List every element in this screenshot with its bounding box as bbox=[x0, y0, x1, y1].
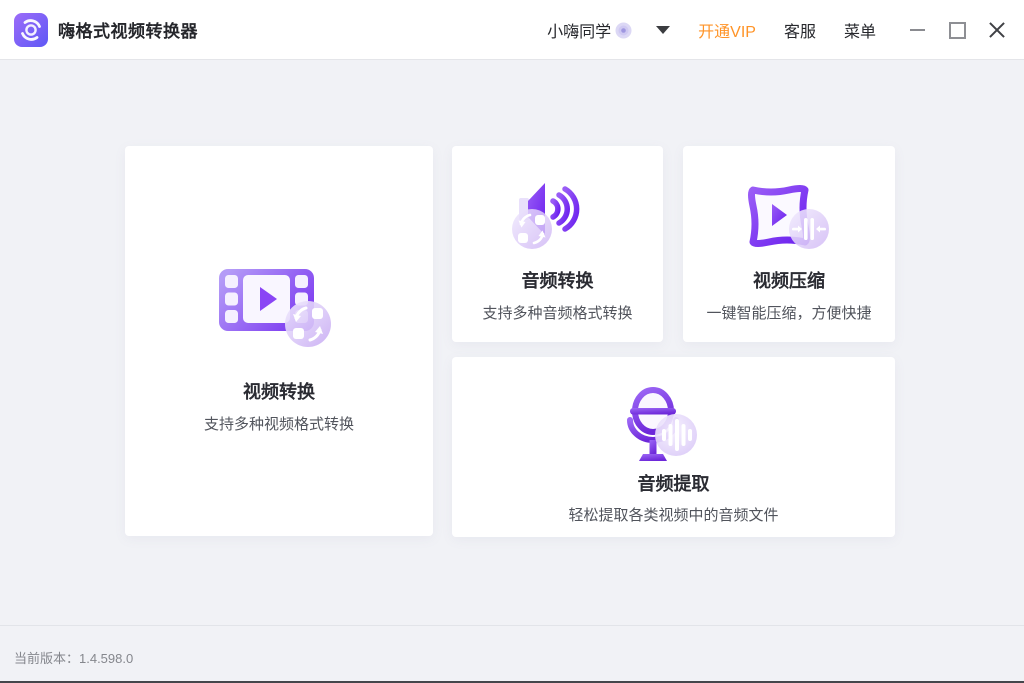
microphone-extract-icon bbox=[619, 382, 729, 468]
user-name[interactable]: 小嗨同学 bbox=[547, 18, 611, 42]
close-button[interactable] bbox=[986, 17, 1008, 43]
customer-service-button[interactable]: 客服 bbox=[784, 18, 816, 42]
card-audio-convert[interactable]: 音频转换 支持多种音频格式转换 bbox=[452, 146, 663, 342]
card-subtitle: 支持多种视频格式转换 bbox=[204, 413, 354, 434]
version-label: 当前版本：1.4.598.0 bbox=[14, 648, 133, 667]
card-video-compress[interactable]: 视频压缩 一键智能压缩，方便快捷 bbox=[683, 146, 895, 342]
app-logo-icon bbox=[14, 13, 48, 47]
card-title: 音频提取 bbox=[638, 470, 710, 496]
account-dropdown-caret-icon[interactable] bbox=[656, 26, 670, 34]
filmstrip-convert-icon bbox=[214, 266, 344, 358]
app-title: 嗨格式视频转换器 bbox=[58, 17, 198, 42]
card-audio-extract[interactable]: 音频提取 轻松提取各类视频中的音频文件 bbox=[452, 357, 895, 537]
menu-button[interactable]: 菜单 bbox=[844, 18, 876, 42]
card-title: 音频转换 bbox=[522, 267, 594, 293]
card-title: 视频压缩 bbox=[753, 267, 825, 293]
video-compress-icon bbox=[739, 176, 839, 258]
member-level-badge-icon bbox=[615, 22, 632, 39]
brand: 嗨格式视频转换器 bbox=[0, 13, 198, 47]
open-vip-button[interactable]: 开通VIP bbox=[698, 18, 756, 42]
speaker-convert-icon bbox=[508, 176, 608, 258]
titlebar-right: 小嗨同学 开通VIP 客服 菜单 bbox=[547, 0, 1024, 60]
statusbar-divider bbox=[0, 625, 1024, 626]
titlebar: 嗨格式视频转换器 小嗨同学 开通VIP 客服 菜单 bbox=[0, 0, 1024, 60]
minimize-button[interactable] bbox=[906, 17, 928, 43]
card-title: 视频转换 bbox=[243, 378, 315, 404]
card-subtitle: 轻松提取各类视频中的音频文件 bbox=[568, 504, 778, 525]
card-video-convert[interactable]: 视频转换 支持多种视频格式转换 bbox=[125, 146, 433, 536]
maximize-button[interactable] bbox=[946, 17, 968, 43]
card-subtitle: 一键智能压缩，方便快捷 bbox=[706, 302, 871, 323]
card-subtitle: 支持多种音频格式转换 bbox=[482, 302, 632, 323]
